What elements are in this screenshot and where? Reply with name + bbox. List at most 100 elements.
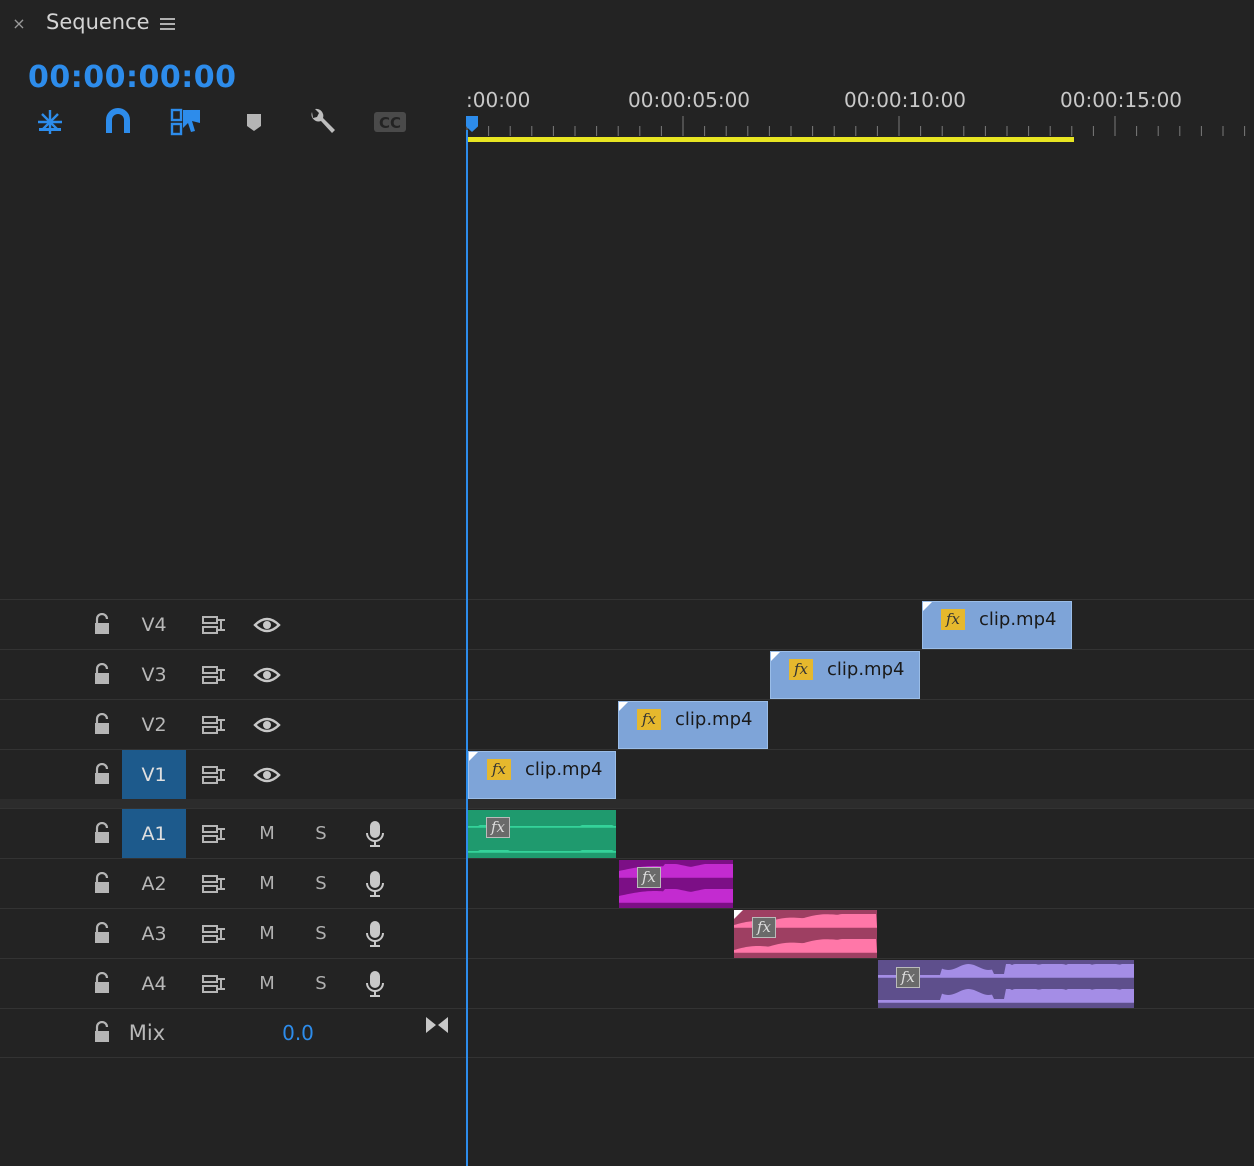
mute-button[interactable]: M [246, 959, 288, 1008]
solo-button[interactable]: S [300, 959, 342, 1008]
timeline-settings-button[interactable] [304, 106, 340, 138]
clip-name: clip.mp4 [525, 759, 603, 780]
lock-icon[interactable] [88, 859, 116, 908]
audio-clip[interactable]: fx [734, 910, 877, 958]
audio-clip[interactable]: fx [878, 960, 1134, 1008]
mute-button[interactable]: M [246, 809, 288, 858]
mute-button[interactable]: M [246, 859, 288, 908]
lock-icon[interactable] [88, 750, 116, 799]
track-target-a3[interactable]: A3 [122, 909, 186, 958]
lock-icon[interactable] [88, 809, 116, 858]
insert-nest-icon [38, 110, 62, 134]
time-ruler[interactable]: :00:00 00:00:05:00 00:00:10:00 00:00:15:… [466, 84, 1254, 144]
lock-icon[interactable] [88, 700, 116, 749]
clip-name: clip.mp4 [675, 709, 753, 730]
captions-button[interactable]: CC [372, 106, 408, 138]
sync-lock-icon[interactable] [190, 750, 238, 799]
solo-button[interactable]: S [300, 909, 342, 958]
video-clip[interactable]: fx clip.mp4 [770, 651, 920, 699]
video-clip[interactable]: fx clip.mp4 [922, 601, 1072, 649]
track-target-v2[interactable]: V2 [122, 700, 186, 749]
sync-lock-icon[interactable] [190, 600, 238, 649]
sync-lock-icon[interactable] [190, 859, 238, 908]
mix-volume-value[interactable]: 0.0 [270, 1009, 326, 1057]
microphone-icon[interactable] [354, 909, 396, 958]
microphone-icon[interactable] [354, 959, 396, 1008]
ruler-label: 00:00:10:00 [844, 88, 967, 112]
clip-name: clip.mp4 [979, 609, 1057, 630]
linked-selection-icon [170, 108, 200, 136]
fx-badge: fx [637, 867, 661, 888]
video-audio-divider[interactable] [0, 799, 1254, 808]
panel-title: Sequence [46, 10, 150, 34]
microphone-icon[interactable] [354, 859, 396, 908]
clip-corner-marker [923, 602, 932, 611]
playhead-timecode[interactable]: 00:00:00:00 [28, 60, 236, 95]
track-header-a4: A4 M S [0, 959, 466, 1008]
sync-lock-icon[interactable] [190, 959, 238, 1008]
eye-icon[interactable] [246, 700, 288, 749]
sync-lock-icon[interactable] [190, 809, 238, 858]
hamburger-menu-icon[interactable] [158, 13, 178, 35]
track-header-v4: V4 [0, 600, 466, 649]
track-header-a1: A1 M S [0, 809, 466, 858]
add-marker-icon [247, 114, 261, 131]
add-marker-button[interactable] [236, 106, 272, 138]
track-target-a4[interactable]: A4 [122, 959, 186, 1008]
eye-icon[interactable] [246, 650, 288, 699]
track-v2[interactable]: V2 fx clip.mp4 [0, 699, 1254, 749]
ruler-label: :00:00 [466, 88, 531, 112]
linked-selection-button[interactable] [168, 106, 204, 138]
track-v1[interactable]: V1 fx clip.mp4 [0, 749, 1254, 799]
track-a4[interactable]: A4 M S fx [0, 958, 1254, 1008]
microphone-icon[interactable] [354, 809, 396, 858]
track-target-a1[interactable]: A1 [122, 809, 186, 858]
lock-icon[interactable] [88, 600, 116, 649]
track-header-a3: A3 M S [0, 909, 466, 958]
playhead-line[interactable] [466, 130, 468, 1166]
fx-badge: fx [941, 609, 965, 630]
lock-icon[interactable] [88, 650, 116, 699]
sync-lock-icon[interactable] [190, 650, 238, 699]
sync-lock-icon[interactable] [190, 909, 238, 958]
eye-icon[interactable] [246, 600, 288, 649]
track-target-a2[interactable]: A2 [122, 859, 186, 908]
video-clip[interactable]: fx clip.mp4 [468, 751, 616, 799]
ruler-ticks [466, 116, 1246, 136]
fx-badge: fx [486, 817, 510, 838]
audio-clip[interactable]: fx [619, 860, 733, 908]
track-target-v3[interactable]: V3 [122, 650, 186, 699]
work-area-bar[interactable] [468, 137, 1074, 142]
captions-icon: CC [374, 112, 406, 132]
track-a1[interactable]: A1 M S fx [0, 808, 1254, 858]
fx-badge: fx [752, 917, 776, 938]
bowtie-icon[interactable] [420, 1009, 454, 1057]
track-a2[interactable]: A2 M S fx [0, 858, 1254, 908]
lock-icon[interactable] [88, 959, 116, 1008]
mute-button[interactable]: M [246, 909, 288, 958]
lock-icon[interactable] [88, 909, 116, 958]
svg-text:CC: CC [379, 114, 401, 132]
solo-button[interactable]: S [300, 859, 342, 908]
sync-lock-icon[interactable] [190, 700, 238, 749]
audio-clip[interactable]: fx [468, 810, 616, 858]
track-header-a2: A2 M S [0, 859, 466, 908]
fx-badge: fx [896, 967, 920, 988]
track-v4[interactable]: V4 fx clip.mp4 [0, 599, 1254, 649]
eye-icon[interactable] [246, 750, 288, 799]
close-panel-button[interactable]: × [10, 13, 28, 35]
video-clip[interactable]: fx clip.mp4 [618, 701, 768, 749]
snap-button[interactable] [100, 106, 136, 138]
track-mix[interactable]: Mix 0.0 [0, 1008, 1254, 1058]
wrench-settings-icon [311, 108, 335, 133]
track-target-v4[interactable]: V4 [122, 600, 186, 649]
lock-icon[interactable] [88, 1009, 116, 1057]
track-header-v3: V3 [0, 650, 466, 699]
track-a3[interactable]: A3 M S fx [0, 908, 1254, 958]
track-target-v1[interactable]: V1 [122, 750, 186, 799]
track-header-v1: V1 [0, 750, 466, 799]
track-v3[interactable]: V3 fx clip.mp4 [0, 649, 1254, 699]
solo-button[interactable]: S [300, 809, 342, 858]
insert-nest-button[interactable] [32, 106, 68, 138]
fx-badge: fx [789, 659, 813, 680]
